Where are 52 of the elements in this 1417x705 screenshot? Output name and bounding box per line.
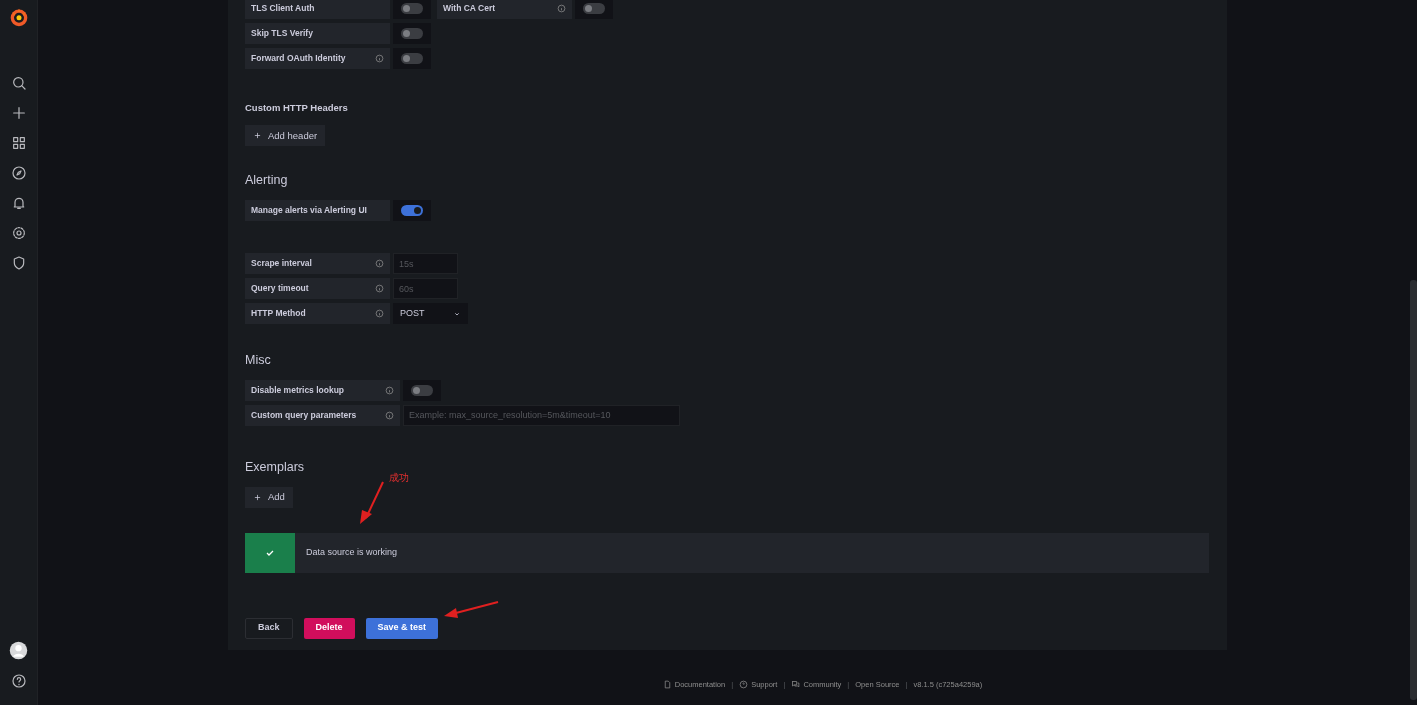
search-icon[interactable]	[10, 75, 27, 91]
toggle-switch[interactable]	[401, 53, 423, 64]
logo-icon[interactable]	[8, 7, 29, 27]
info-icon[interactable]	[375, 284, 384, 293]
label-text: Disable metrics lookup	[251, 383, 345, 397]
help-icon	[739, 680, 749, 690]
plus-icon	[253, 131, 262, 141]
action-button[interactable]: Delete	[303, 617, 355, 639]
compass-icon[interactable]	[10, 165, 27, 181]
toggle-switch[interactable]	[401, 28, 423, 39]
info-icon[interactable]	[385, 385, 394, 395]
grid-icon[interactable]	[10, 135, 27, 151]
label-text: HTTP Method	[251, 307, 306, 320]
avatar-icon[interactable]	[9, 641, 28, 660]
label-text: Scrape interval	[251, 257, 312, 270]
label-text: Forward OAuth Identity	[251, 52, 346, 65]
toggle-switch[interactable]	[401, 3, 423, 14]
add-button[interactable]: Add	[245, 486, 293, 508]
alert-message: Data source is working	[305, 545, 398, 559]
annotation-arrow	[444, 601, 499, 618]
label-text: Custom query parameters	[251, 408, 357, 422]
settings-icon[interactable]	[10, 225, 27, 241]
method-select[interactable]: POST	[393, 303, 468, 324]
help-icon[interactable]	[10, 673, 27, 689]
plus-icon[interactable]	[10, 105, 27, 121]
label-text: TLS Client Auth	[251, 2, 315, 15]
toggle-switch[interactable]	[583, 3, 605, 14]
chat-icon	[791, 680, 801, 690]
add-button[interactable]: Add header	[245, 125, 326, 147]
label-text: Query timeout	[251, 282, 309, 295]
section-heading: Misc	[245, 352, 272, 369]
action-button[interactable]: Save & test	[365, 617, 439, 639]
info-icon[interactable]	[557, 4, 566, 13]
annotation-text: 成功	[389, 471, 409, 485]
action-button[interactable]: Back	[245, 617, 293, 639]
info-icon[interactable]	[385, 410, 394, 420]
document-icon	[662, 680, 672, 690]
info-icon[interactable]	[375, 54, 384, 63]
section-heading: Custom HTTP Headers	[245, 101, 349, 115]
label-text: Skip TLS Verify	[251, 27, 313, 40]
info-icon[interactable]	[375, 309, 384, 318]
text-input[interactable]: Example: max_source_resolution=5m&timeout=10	[403, 404, 680, 426]
text-input[interactable]: 60s	[393, 278, 458, 299]
label-text: Manage alerts via Alerting UI	[251, 204, 367, 217]
toggle-switch[interactable]	[401, 205, 423, 216]
annotation-arrow	[360, 481, 384, 524]
text-input[interactable]: 15s	[393, 253, 458, 274]
label-text: With CA Cert	[443, 2, 496, 15]
section-heading: Alerting	[245, 172, 289, 190]
plus-icon	[253, 492, 262, 502]
toggle-switch[interactable]	[411, 384, 433, 396]
info-icon[interactable]	[375, 259, 384, 268]
